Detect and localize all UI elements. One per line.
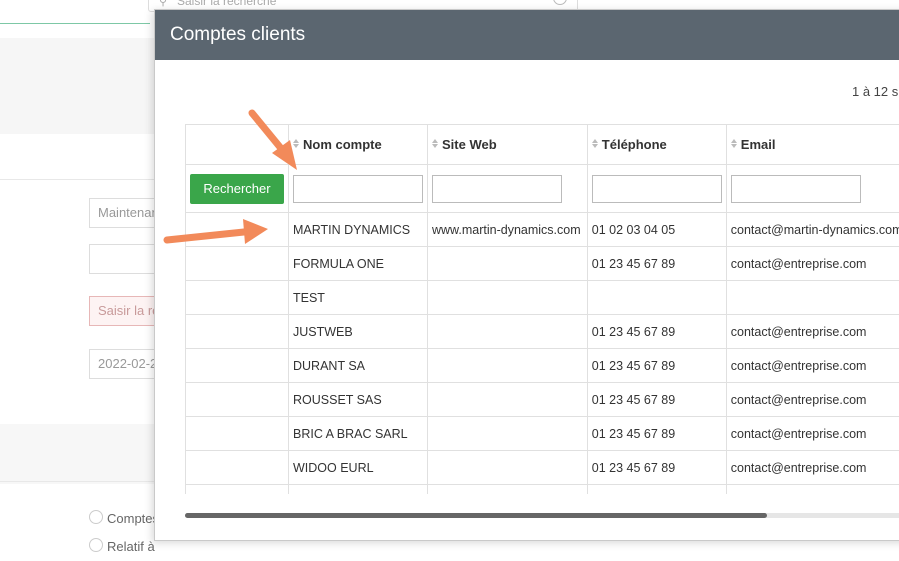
arrow-icon — [248, 109, 297, 170]
arrow-icon — [163, 219, 268, 244]
annotation-arrows — [163, 109, 297, 244]
